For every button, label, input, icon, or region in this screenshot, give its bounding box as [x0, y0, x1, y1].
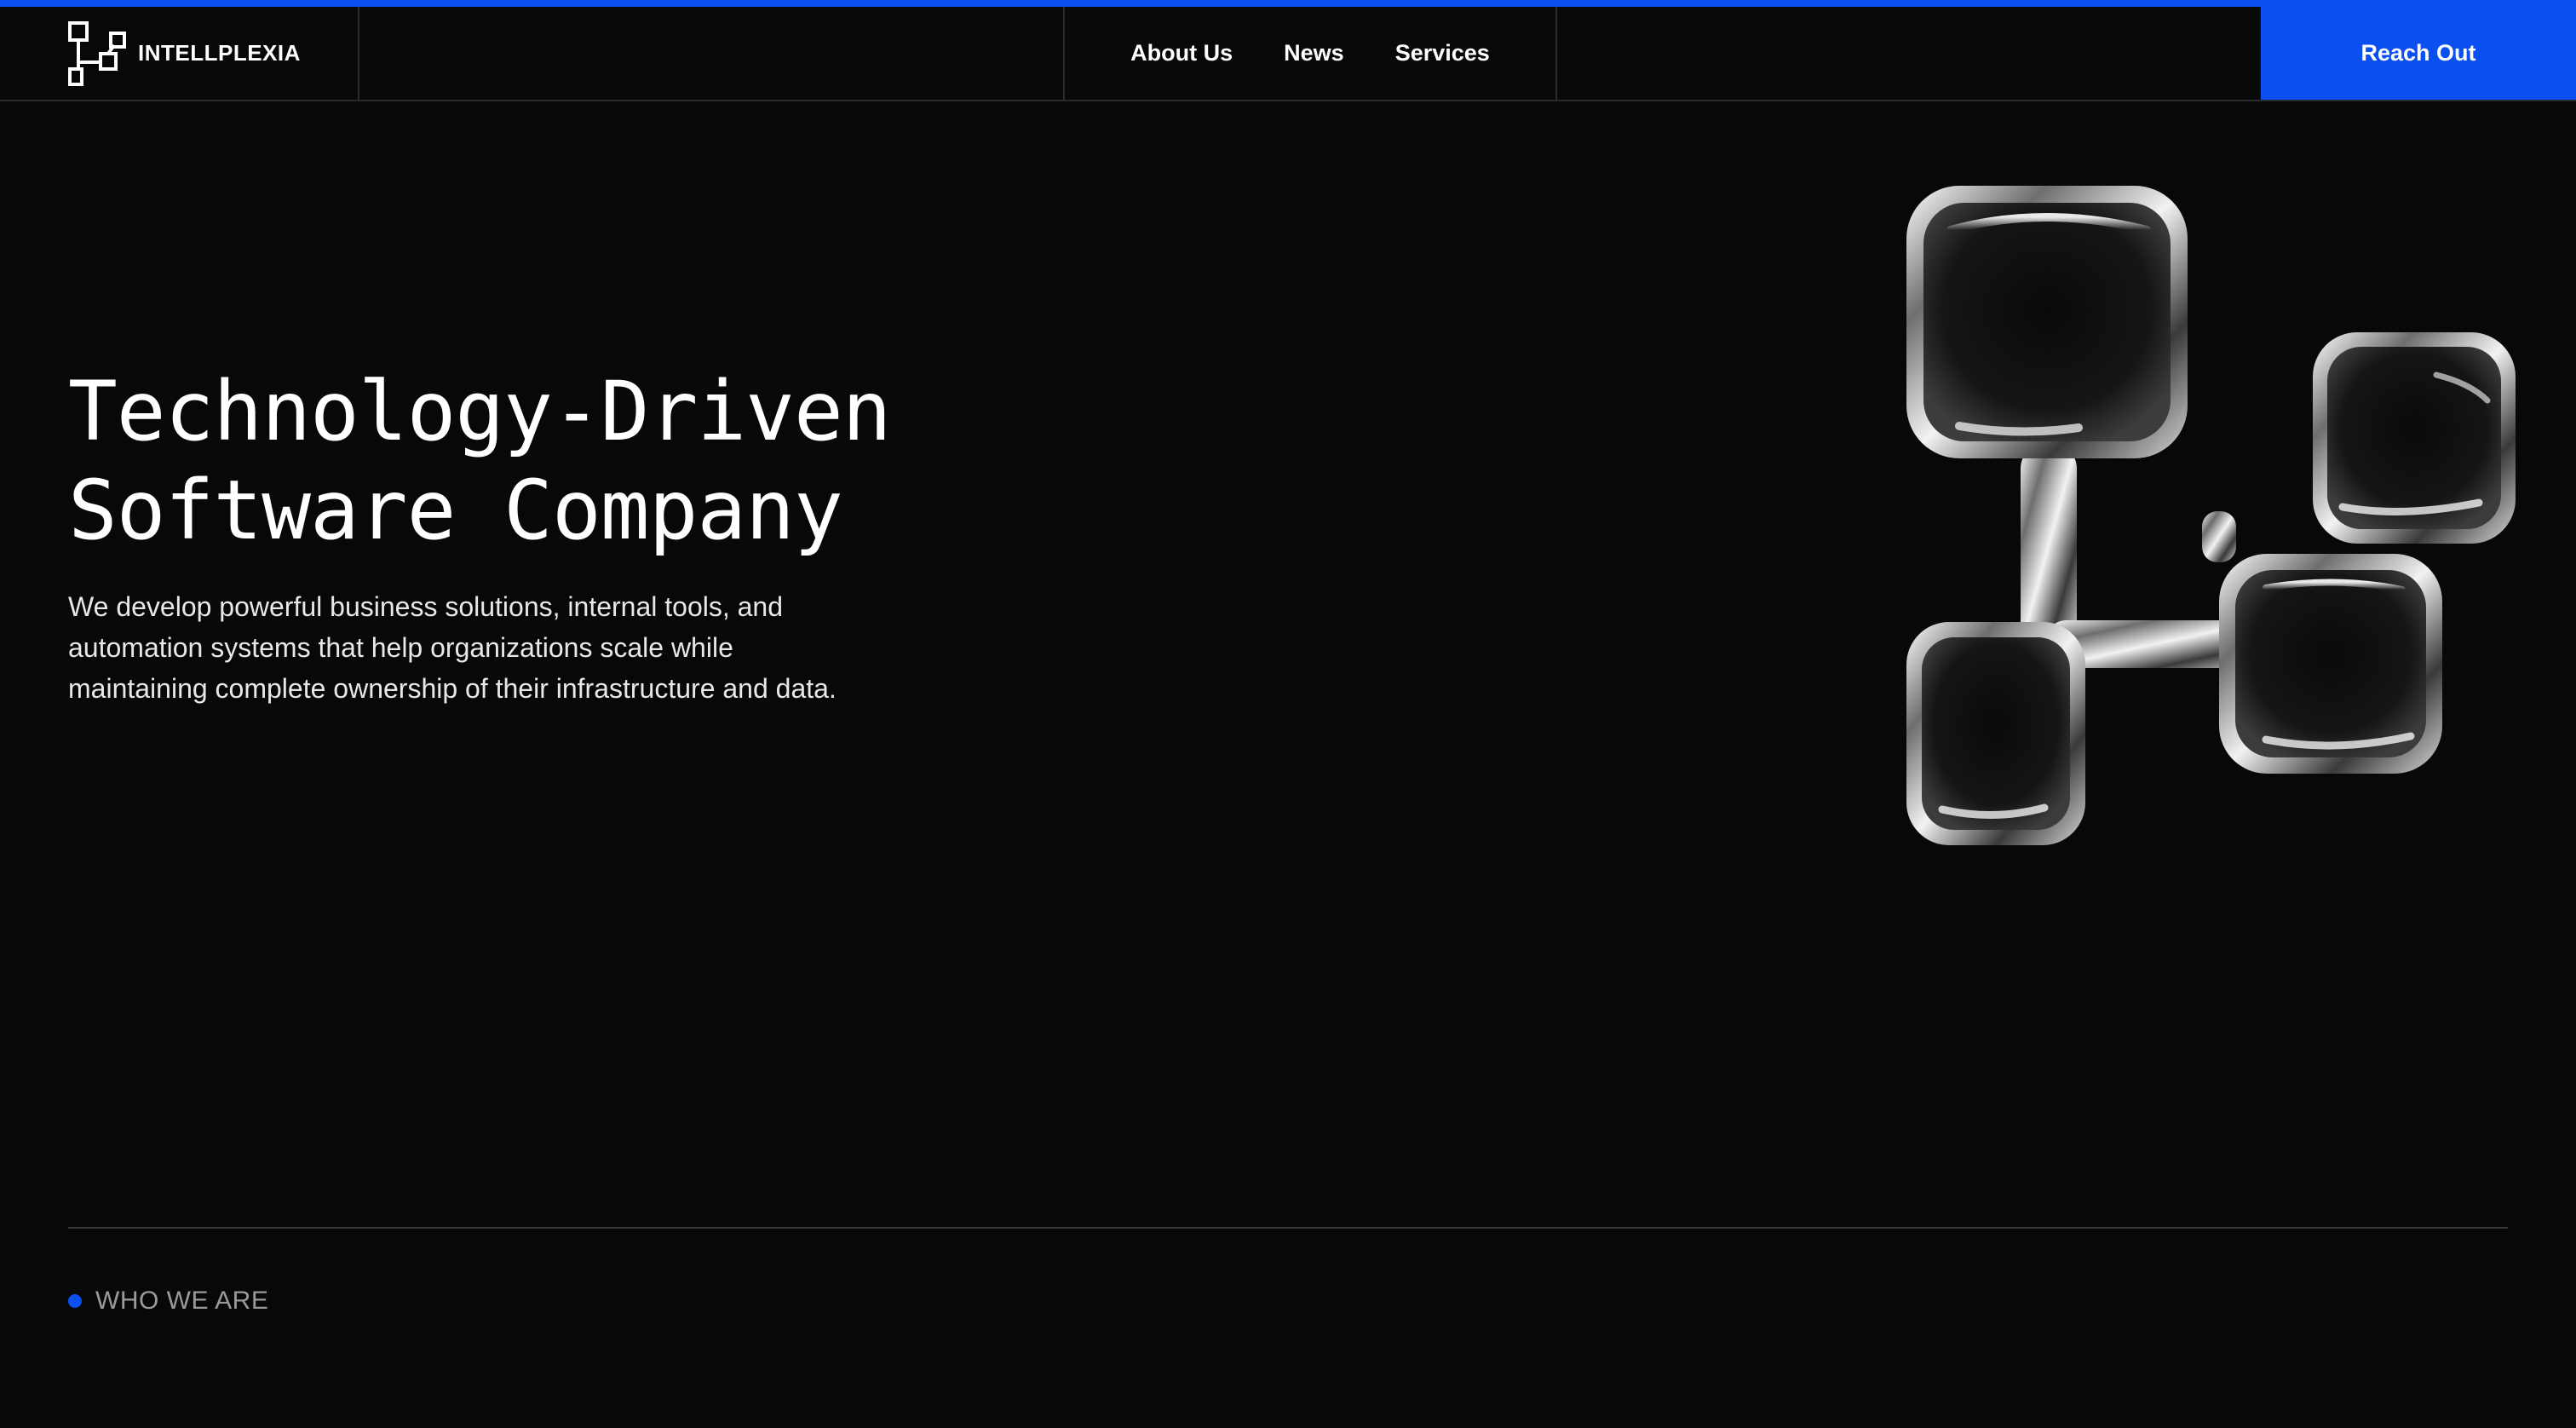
- nav-link-services[interactable]: Services: [1395, 40, 1490, 66]
- brand[interactable]: INTELLPLEXIA: [0, 7, 359, 100]
- bullet-dot-icon: [68, 1294, 82, 1308]
- top-accent-bar: [0, 0, 2576, 7]
- hero-title-line-2: Software Company: [68, 463, 843, 558]
- chrome-connected-squares-icon: [1906, 186, 2516, 845]
- navbar: INTELLPLEXIA About Us News Services Reac…: [0, 7, 2576, 101]
- main-nav: About Us News Services: [1063, 7, 1557, 100]
- nav-link-news[interactable]: News: [1284, 40, 1344, 66]
- section-label-text: WHO WE ARE: [95, 1287, 269, 1315]
- hero-title-line-1: Technology-Driven: [68, 364, 892, 459]
- nav-link-about-us[interactable]: About Us: [1130, 40, 1233, 66]
- circuit-squares-logo-icon: [68, 20, 126, 86]
- hero-description: We develop powerful business solutions, …: [68, 591, 837, 704]
- section-label: WHO WE ARE: [68, 1287, 268, 1316]
- reach-out-button[interactable]: Reach Out: [2261, 7, 2576, 100]
- page: INTELLPLEXIA About Us News Services Reac…: [0, 0, 2576, 1428]
- brand-name: INTELLPLEXIA: [138, 40, 301, 66]
- hero-title: Technology-Driven Software Company: [68, 362, 1090, 560]
- section-divider: [68, 1227, 2508, 1229]
